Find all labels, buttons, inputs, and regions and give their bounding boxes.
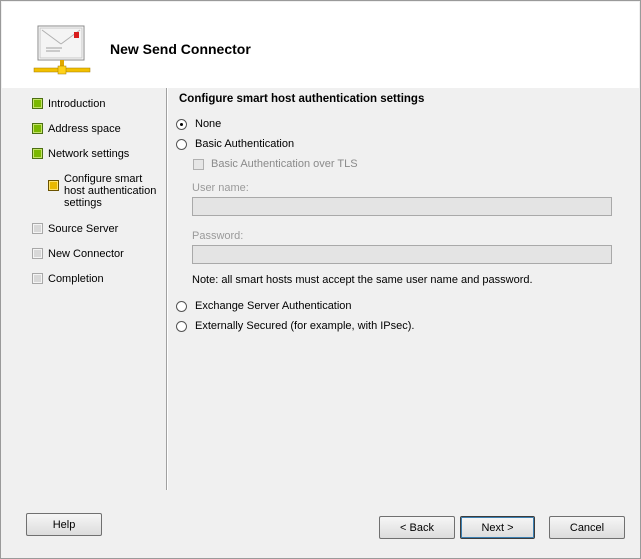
step-introduction: Introduction: [32, 98, 105, 111]
back-button[interactable]: < Back: [379, 516, 455, 539]
option-exchange-label[interactable]: Exchange Server Authentication: [195, 300, 352, 312]
step-new-connector: New Connector: [32, 248, 124, 261]
option-exchange-server-authentication[interactable]: Exchange Server Authentication: [176, 300, 352, 312]
option-basic-authentication[interactable]: Basic Authentication: [176, 138, 294, 150]
username-label: User name:: [192, 182, 249, 194]
page-title: Configure smart host authentication sett…: [179, 93, 425, 105]
password-field[interactable]: [192, 245, 612, 264]
option-externally-secured[interactable]: Externally Secured (for example, with IP…: [176, 320, 414, 332]
password-label: Password:: [192, 230, 244, 242]
step-label: Introduction: [48, 98, 106, 110]
step-complete-icon: [32, 123, 43, 134]
wizard-title: New Send Connector: [110, 41, 251, 57]
option-none-label[interactable]: None: [195, 118, 221, 130]
send-connector-icon: [33, 25, 91, 75]
step-address-space: Address space: [32, 123, 121, 136]
step-pending-icon: [32, 248, 43, 259]
step-completion: Completion: [32, 273, 104, 286]
option-external-label[interactable]: Externally Secured (for example, with IP…: [195, 320, 414, 332]
checkbox-label: Basic Authentication over TLS: [211, 158, 358, 170]
credentials-note: Note: all smart hosts must accept the sa…: [192, 274, 533, 286]
step-label: Source Server: [48, 223, 119, 235]
radio-button[interactable]: [176, 320, 187, 332]
step-label: Network settings: [48, 148, 130, 160]
help-button[interactable]: Help: [26, 513, 102, 536]
step-configure-smart-host-auth: Configure smart host authentication sett…: [48, 173, 164, 209]
wizard-page-content: Configure smart host authentication sett…: [173, 88, 633, 488]
next-button[interactable]: Next >: [460, 516, 535, 539]
radio-button[interactable]: [176, 118, 187, 130]
checkbox[interactable]: [193, 158, 204, 170]
radio-button[interactable]: [176, 300, 187, 312]
step-label: Configure smart host authentication sett…: [64, 173, 157, 209]
cancel-button[interactable]: Cancel: [549, 516, 625, 539]
option-none[interactable]: None: [176, 118, 221, 130]
radio-button[interactable]: [176, 138, 187, 150]
wizard-window: New Send Connector Introduction Address …: [0, 0, 641, 559]
step-label: New Connector: [48, 248, 124, 260]
step-pending-icon: [32, 223, 43, 234]
step-complete-icon: [32, 98, 43, 109]
step-source-server: Source Server: [32, 223, 118, 236]
step-current-icon: [48, 180, 59, 191]
step-complete-icon: [32, 148, 43, 159]
step-network-settings: Network settings: [32, 148, 129, 161]
step-pending-icon: [32, 273, 43, 284]
basic-auth-over-tls-checkbox[interactable]: Basic Authentication over TLS: [193, 158, 358, 170]
step-label: Address space: [48, 123, 121, 135]
wizard-header: New Send Connector: [2, 2, 639, 88]
username-field[interactable]: [192, 197, 612, 216]
wizard-steps-sidebar: Introduction Address space Network setti…: [1, 88, 166, 488]
option-basic-label[interactable]: Basic Authentication: [195, 138, 294, 150]
sidebar-divider: [166, 88, 168, 490]
step-label: Completion: [48, 273, 104, 285]
